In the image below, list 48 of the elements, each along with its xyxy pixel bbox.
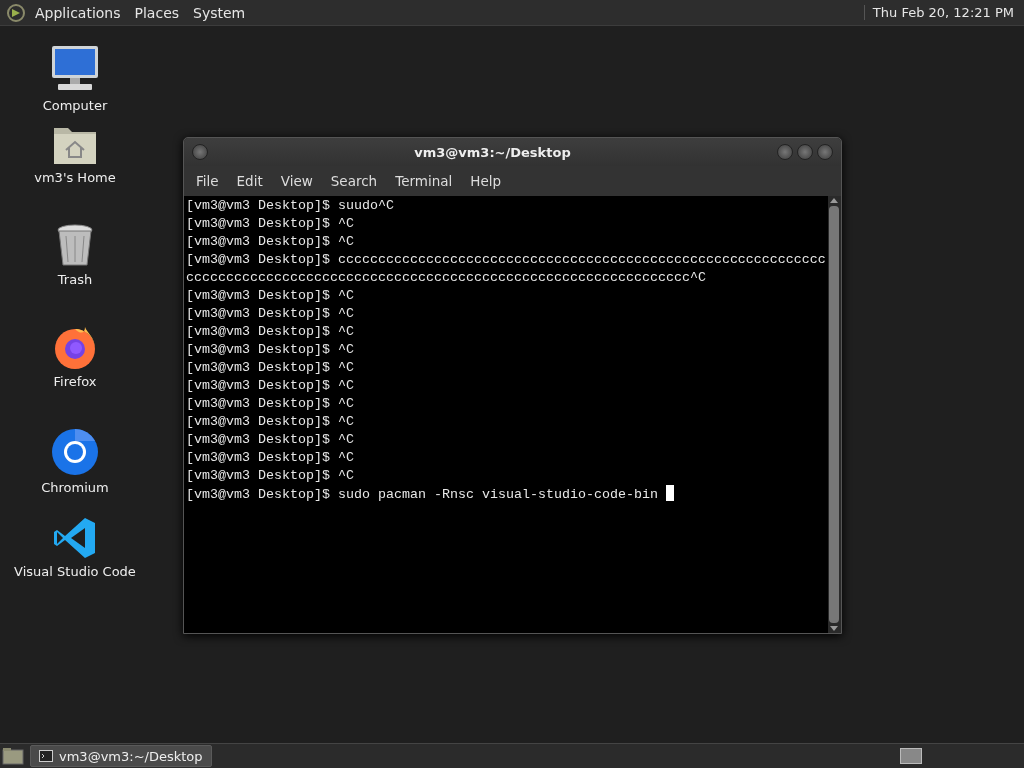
window-title: vm3@vm3:~/Desktop [413,144,572,160]
terminal-line: [vm3@vm3 Desktop]$ ^C [186,467,355,485]
terminal-line: [vm3@vm3 Desktop]$ ^C [186,341,355,359]
chromium-icon [51,428,99,476]
menu-item[interactable]: Search [322,170,386,192]
window-menu-button[interactable] [192,144,208,160]
menu-item[interactable]: File [188,170,227,192]
clock[interactable]: Thu Feb 20, 12:21 PM [863,5,1018,20]
desktop-icon-label[interactable]: Visual Studio Code [14,564,136,579]
terminal-line: [vm3@vm3 Desktop]$ ^C [186,323,355,341]
trash-icon [56,224,94,268]
minimize-button[interactable] [777,144,793,160]
close-button[interactable] [817,144,833,160]
terminal-line: [vm3@vm3 Desktop]$ ^C [186,287,355,305]
desktop-icon-label[interactable]: Firefox [53,374,97,389]
desktop-icon-label[interactable]: Chromium [41,480,109,495]
terminal-line: [vm3@vm3 Desktop]$ ^C [186,215,355,233]
panel-menu[interactable]: Places [129,2,185,23]
terminal-line: [vm3@vm3 Desktop]$ ^C [186,377,355,395]
scroll-down-icon[interactable] [829,625,840,633]
terminal-line: [vm3@vm3 Desktop]$ ^C [186,305,355,323]
terminal-line: [vm3@vm3 Desktop]$ ^C [186,233,355,251]
terminal-line: [vm3@vm3 Desktop]$ ccccccccccccccccccccccccccccccccccccccccccccccccccccccccccccc [186,251,826,269]
maximize-button[interactable] [797,144,813,160]
menu-item[interactable]: Edit [228,170,271,192]
terminal-line: [vm3@vm3 Desktop]$ ^C [186,359,355,377]
menu-item[interactable]: Terminal [387,170,461,192]
vscode-icon [53,516,97,560]
terminal-line: [vm3@vm3 Desktop]$ ^C [186,431,355,449]
scrollbar[interactable] [827,196,841,633]
terminal-line: ccccccccccccccccccccccccccccccccccccccccccccccccccccccccccccccc^C [186,269,707,287]
show-desktop-icon[interactable] [2,747,24,765]
desktop-icon-label[interactable]: Computer [42,98,108,113]
panel-menu[interactable]: System [188,2,251,23]
desktop-icon-label[interactable]: Trash [57,272,93,287]
menu-item[interactable]: View [272,170,321,192]
terminal-line: [vm3@vm3 Desktop]$ ^C [186,413,355,431]
menu-item[interactable]: Help [462,170,510,192]
menu-logo-icon[interactable] [6,2,26,23]
terminal-line: [vm3@vm3 Desktop]$ ^C [186,395,355,413]
workspace-switcher[interactable] [900,748,922,764]
panel-menu[interactable]: Applications [30,2,126,23]
terminal-line: [vm3@vm3 Desktop]$ sudo pacman -Rnsc visual-studio-code-bin [186,485,826,503]
terminal-line: [vm3@vm3 Desktop]$ suudo^C [186,197,395,215]
terminal-icon [39,750,53,762]
desktop-icon-label[interactable]: vm3's Home [34,170,116,185]
terminal-line: [vm3@vm3 Desktop]$ ^C [186,449,355,467]
taskbar-window-button[interactable]: vm3@vm3:~/Desktop [30,745,212,767]
